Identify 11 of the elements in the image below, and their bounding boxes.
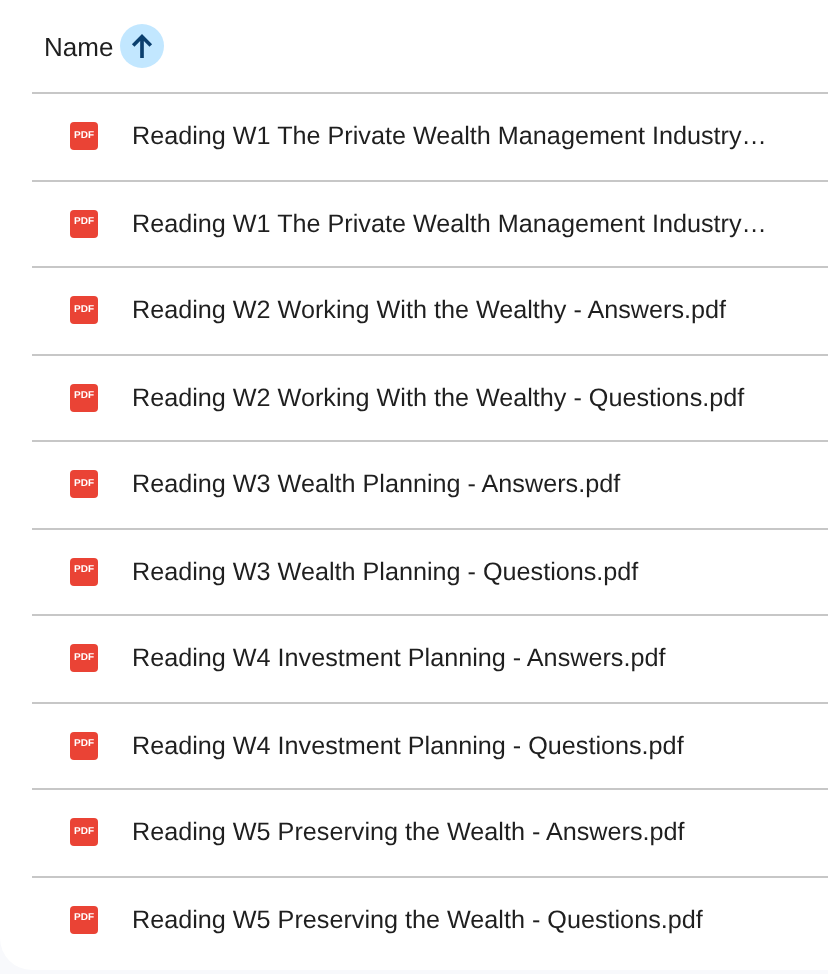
file-name[interactable]: Reading W2 Working With the Wealthy - Answers.pdf — [132, 296, 727, 325]
file-name[interactable]: Reading W4 Investment Planning - Answers.pdf — [132, 644, 666, 673]
file-name[interactable]: Reading W3 Wealth Planning - Questions.pdf — [132, 557, 639, 586]
file-name[interactable]: Reading W1 The Private Wealth Management Industry… — [132, 209, 767, 238]
file-name[interactable]: Reading W1 The Private Wealth Management Industry… — [132, 122, 767, 151]
file-name[interactable]: Reading W5 Preserving the Wealth - Answers.pdf — [132, 818, 685, 847]
file-name[interactable]: Reading W5 Preserving the Wealth - Questions.pdf — [132, 905, 703, 934]
file-name[interactable]: Reading W4 Investment Planning - Questions.pdf — [132, 731, 684, 760]
column-header[interactable]: Name — [44, 31, 114, 61]
file-name[interactable]: Reading W3 Wealth Planning - Answers.pdf — [132, 470, 621, 499]
file-name[interactable]: Reading W2 Working With the Wealthy - Questions.pdf — [132, 383, 745, 412]
